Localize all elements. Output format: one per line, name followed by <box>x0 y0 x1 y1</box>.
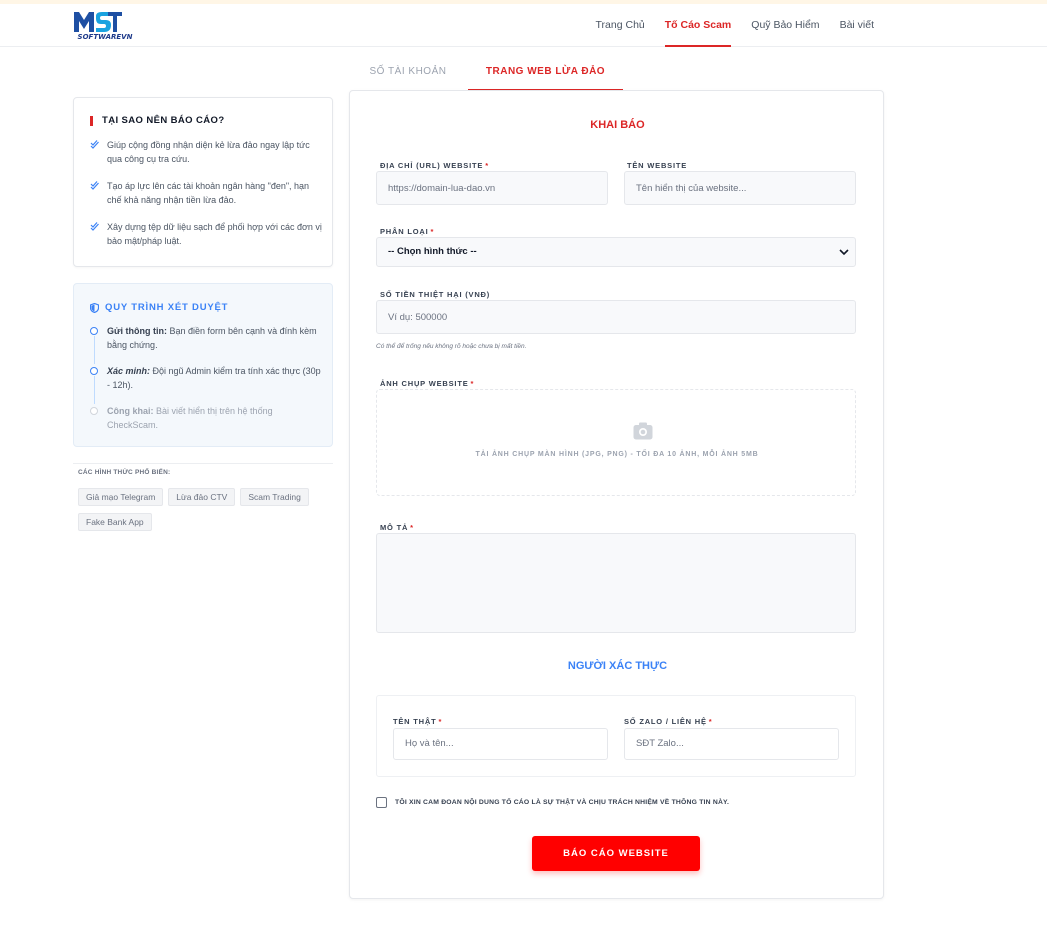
website-name-label: TÊN WEBSITE <box>627 161 688 170</box>
list-item: Giúp cộng đồng nhận diện kẻ lừa đảo ngay… <box>90 138 322 166</box>
list-item: Xây dựng tệp dữ liệu sạch để phối hợp vớ… <box>90 220 322 248</box>
url-label: ĐỊA CHỈ (URL) WEBSITE * <box>380 161 489 170</box>
agreement-row: TÔI XIN CAM ĐOAN NỘI DUNG TỐ CÁO LÀ SỰ T… <box>376 797 729 808</box>
amount-input[interactable] <box>376 300 856 334</box>
real-name-input[interactable] <box>393 728 608 760</box>
process-step: Công khai: Bài viết hiển thị trên hệ thố… <box>90 404 326 432</box>
chip-fake-bank-app[interactable]: Fake Bank App <box>78 513 152 531</box>
amount-hint: Có thể để trống nếu không rõ hoặc chưa b… <box>376 343 527 350</box>
nav-home[interactable]: Trang Chủ <box>586 4 655 47</box>
shield-icon <box>90 302 99 313</box>
form-section-title: KHAI BÁO <box>590 119 645 131</box>
step-dot <box>90 367 98 375</box>
amount-label: SỐ TIỀN THIỆT HẠI (VNĐ) <box>380 290 491 299</box>
tab-bank-account[interactable]: SỐ TÀI KHOẢN <box>350 57 466 91</box>
description-textarea[interactable] <box>376 533 856 633</box>
site-header: SOFTWAREVN Trang Chủ Tố Cáo Scam Quỹ Bảo… <box>0 4 1047 47</box>
why-report-card: TẠI SAO NÊN BÁO CÁO? Giúp cộng đồng nhận… <box>73 97 333 267</box>
step-dot <box>90 327 98 335</box>
website-name-input[interactable] <box>624 171 856 205</box>
why-report-list: Giúp cộng đồng nhận diện kẻ lừa đảo ngay… <box>90 138 322 261</box>
nav-insurance-fund[interactable]: Quỹ Bảo Hiểm <box>741 4 829 47</box>
report-type-tabs: SỐ TÀI KHOẢN TRANG WEB LỪA ĐẢO <box>350 57 884 91</box>
submit-report-button[interactable]: BÁO CÁO WEBSITE <box>532 836 700 871</box>
main-nav: Trang Chủ Tố Cáo Scam Quỹ Bảo Hiểm Bài v… <box>586 4 884 47</box>
process-step: Gửi thông tin: Bạn điền form bên cạnh và… <box>90 324 326 364</box>
camera-icon <box>633 422 653 440</box>
site-logo[interactable]: SOFTWAREVN <box>72 8 138 42</box>
step-connector <box>93 376 95 404</box>
review-process-title: QUY TRÌNH XÉT DUYỆT <box>90 302 228 313</box>
screenshot-upload-zone[interactable]: TẢI ẢNH CHỤP MÀN HÌNH (JPG, PNG) - TỐI Đ… <box>376 389 856 496</box>
chip-scam-trading[interactable]: Scam Trading <box>240 488 309 506</box>
zalo-input[interactable] <box>624 728 839 760</box>
review-steps: Gửi thông tin: Bạn điền form bên cạnh và… <box>90 324 326 444</box>
chip-fake-telegram[interactable]: Giả mạo Telegram <box>78 488 164 506</box>
upload-caption: TẢI ẢNH CHỤP MÀN HÌNH (JPG, PNG) - TỐI Đ… <box>475 451 759 458</box>
verifier-box: TÊN THẬT* SỐ ZALO / LIÊN HỆ* <box>376 695 856 777</box>
double-check-icon <box>90 140 99 149</box>
step-dot <box>90 407 98 415</box>
tab-scam-website[interactable]: TRANG WEB LỪA ĐẢO <box>468 57 623 91</box>
category-select[interactable]: -- Chọn hình thức -- <box>376 237 856 267</box>
verifier-section-title: NGƯỜI XÁC THỰC <box>567 660 668 672</box>
description-label: MÔ TẢ * <box>380 523 414 532</box>
zalo-label: SỐ ZALO / LIÊN HỆ * <box>624 717 713 726</box>
chip-ctv-scam[interactable]: Lừa đảo CTV <box>168 488 236 506</box>
svg-text:SOFTWAREVN: SOFTWAREVN <box>78 33 133 41</box>
double-check-icon <box>90 222 99 231</box>
agreement-text: TÔI XIN CAM ĐOAN NỘI DUNG TỐ CÁO LÀ SỰ T… <box>395 799 730 806</box>
chevron-down-icon <box>839 249 849 256</box>
agreement-checkbox[interactable] <box>376 797 387 808</box>
url-input[interactable] <box>376 171 608 205</box>
popular-types-chips: Giả mạo Telegram Lừa đảo CTV Scam Tradin… <box>78 488 328 538</box>
report-form-card: KHAI BÁO ĐỊA CHỈ (URL) WEBSITE* TÊN WEBS… <box>349 90 884 899</box>
list-item: Tạo áp lực lên các tài khoản ngân hàng "… <box>90 179 322 207</box>
nav-articles[interactable]: Bài viết <box>830 4 884 47</box>
step-connector <box>93 336 95 364</box>
nav-report-scam[interactable]: Tố Cáo Scam <box>655 4 742 47</box>
why-report-title: TẠI SAO NÊN BÁO CÁO? <box>90 116 225 126</box>
category-label: PHÂN LOẠI * <box>380 227 435 236</box>
double-check-icon <box>90 181 99 190</box>
screenshot-label: ẢNH CHỤP WEBSITE * <box>380 379 475 388</box>
process-step: Xác minh: Đội ngũ Admin kiểm tra tính xá… <box>90 364 326 404</box>
review-process-card: QUY TRÌNH XÉT DUYỆT Gửi thông tin: Bạn đ… <box>73 283 333 447</box>
popular-types-title: CÁC HÌNH THỨC PHỔ BIẾN: <box>78 469 171 476</box>
real-name-label: TÊN THẬT * <box>393 717 443 726</box>
divider <box>73 463 333 464</box>
